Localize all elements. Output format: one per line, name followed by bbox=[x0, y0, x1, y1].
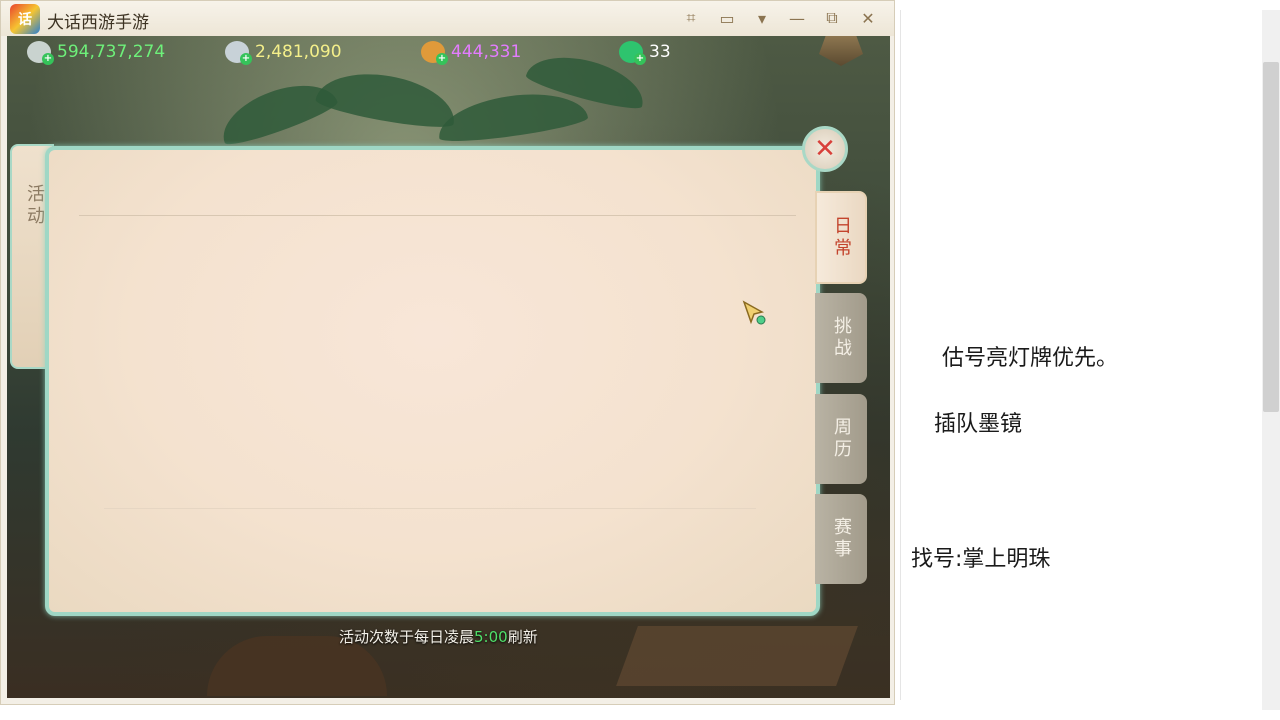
tab-events[interactable]: 赛事 bbox=[815, 494, 867, 584]
rank-badge-icon[interactable] bbox=[819, 36, 863, 66]
divider bbox=[900, 10, 901, 700]
tab-label: 日常 bbox=[831, 215, 852, 260]
tab-label: 赛事 bbox=[831, 517, 852, 561]
refresh-notice: 活动次数于每日凌晨5:00刷新 bbox=[339, 626, 538, 647]
tab-label: 周历 bbox=[831, 417, 852, 461]
currency-value: 594,737,274 bbox=[57, 42, 166, 62]
tab-challenge[interactable]: 挑战 bbox=[815, 293, 867, 383]
note-line-1: 估号亮灯牌优先。 bbox=[942, 346, 1119, 371]
game-cursor-icon bbox=[742, 300, 766, 325]
panel-close-button[interactable]: ✕ bbox=[802, 126, 848, 172]
game-scene: + 594,737,274 + 2,481,090 + 444,331 + 33… bbox=[7, 36, 890, 698]
divider bbox=[104, 508, 756, 509]
xianyu-icon: + bbox=[27, 41, 54, 65]
chat-icon[interactable]: ▭ bbox=[712, 5, 742, 31]
note-line-2: 插队墨镜 bbox=[934, 412, 1023, 437]
currency-copper[interactable]: + 444,331 bbox=[421, 40, 522, 65]
close-window-icon[interactable]: ✕ bbox=[853, 5, 883, 31]
divider bbox=[79, 215, 796, 216]
currency-value: 33 bbox=[649, 42, 671, 62]
palm-leaf-decoration bbox=[314, 64, 460, 133]
deck-decoration bbox=[616, 626, 858, 686]
note-line-3: 找号:掌上明珠 bbox=[911, 547, 1051, 572]
currency-silver[interactable]: + 2,481,090 bbox=[225, 40, 342, 65]
currency-value: 444,331 bbox=[451, 42, 522, 62]
activity-panel bbox=[45, 146, 820, 616]
game-window: 话 大话西游手游 ⌗ ▭ ▾ — ⧉ ✕ + 594,737,274 + 2,4… bbox=[0, 0, 895, 705]
jade-icon: + bbox=[619, 41, 646, 65]
scrollbar-thumb[interactable] bbox=[1263, 62, 1279, 412]
restore-icon[interactable]: ⧉ bbox=[817, 5, 847, 31]
tab-label: 挑战 bbox=[831, 316, 852, 360]
window-title: 大话西游手游 bbox=[47, 13, 149, 33]
panel-title-activity: 活动 bbox=[24, 184, 45, 228]
palm-leaf-decoration bbox=[213, 71, 341, 151]
crop-icon[interactable]: ⌗ bbox=[676, 5, 706, 31]
dropdown-icon[interactable]: ▾ bbox=[747, 5, 777, 31]
app-icon: 话 bbox=[10, 4, 40, 34]
minimize-icon[interactable]: — bbox=[782, 5, 812, 31]
currency-jade[interactable]: + 33 bbox=[619, 40, 671, 65]
currency-value: 2,481,090 bbox=[255, 42, 342, 62]
silver-icon: + bbox=[225, 41, 252, 65]
palm-leaf-decoration bbox=[434, 85, 590, 147]
titlebar: 话 大话西游手游 ⌗ ▭ ▾ — ⧉ ✕ bbox=[1, 1, 894, 36]
refresh-notice-suffix: 刷新 bbox=[507, 628, 538, 646]
refresh-notice-prefix: 活动次数于每日凌晨 bbox=[339, 628, 475, 646]
tab-daily[interactable]: 日常 bbox=[815, 191, 867, 284]
tab-weekly-calendar[interactable]: 周历 bbox=[815, 394, 867, 484]
currency-xianyu[interactable]: + 594,737,274 bbox=[27, 40, 166, 65]
copper-coin-icon: + bbox=[421, 41, 448, 65]
refresh-time: 5:00 bbox=[474, 628, 508, 646]
